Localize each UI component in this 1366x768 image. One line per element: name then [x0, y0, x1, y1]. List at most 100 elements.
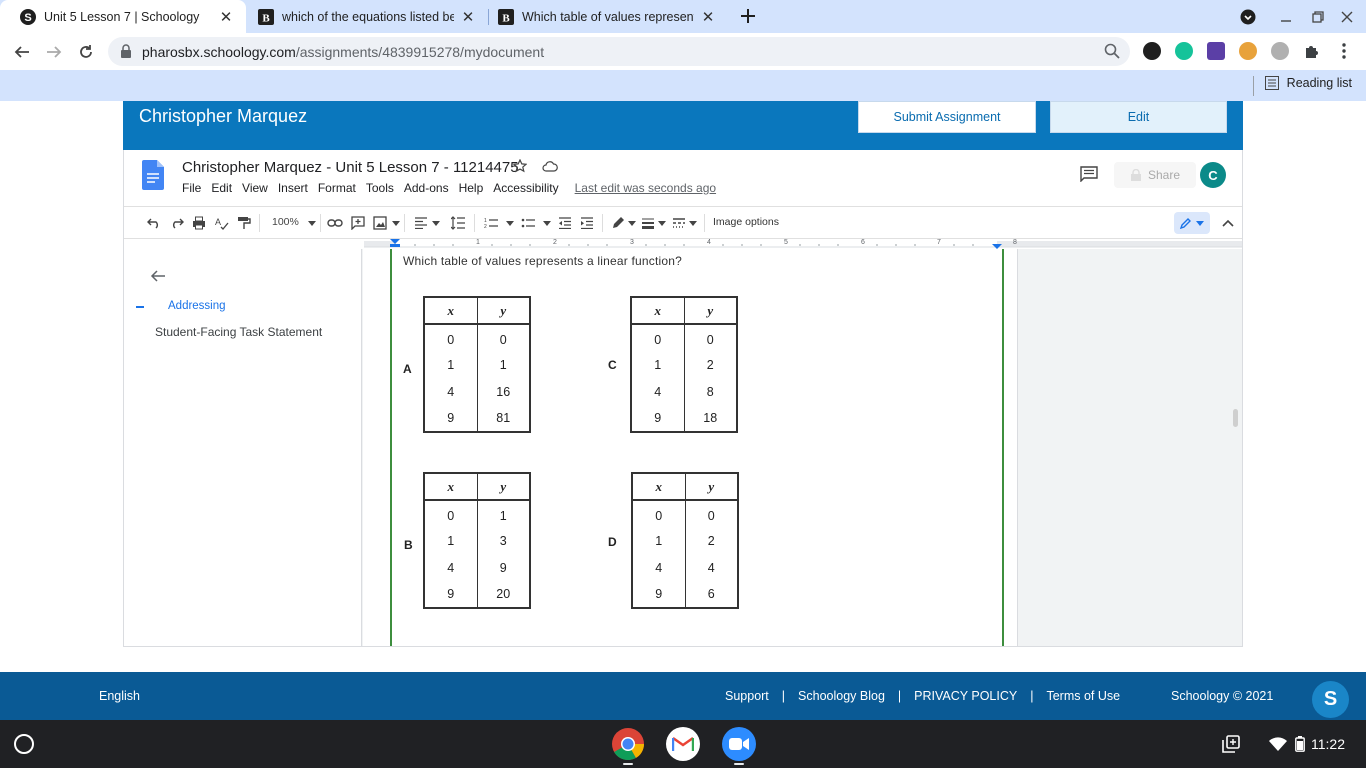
menu-tools[interactable]: Tools: [366, 181, 394, 195]
google-docs-icon[interactable]: [142, 160, 164, 190]
close-window-button[interactable]: [1336, 6, 1358, 28]
battery-icon[interactable]: [1290, 734, 1310, 754]
system-clock[interactable]: 11:22: [1311, 736, 1345, 752]
arrow-left-icon[interactable]: [150, 269, 166, 288]
close-tab-icon[interactable]: ✕: [218, 9, 234, 26]
numbered-list-icon[interactable]: 12: [483, 215, 499, 231]
extension-purple-icon[interactable]: [1207, 42, 1225, 60]
chevron-down-icon[interactable]: [388, 215, 404, 231]
x-cell: 1: [655, 533, 663, 548]
increase-indent-icon[interactable]: [579, 215, 595, 231]
print-icon[interactable]: [191, 215, 207, 231]
add-comment-icon[interactable]: [350, 215, 366, 231]
document-page[interactable]: Which table of values represents a linea…: [363, 249, 1017, 646]
chevron-up-icon[interactable]: [1220, 215, 1236, 231]
y-cell: 81: [476, 405, 530, 432]
ruler-number: 6: [861, 239, 865, 246]
svg-text:B: B: [502, 12, 510, 24]
language-selector[interactable]: English: [99, 689, 140, 703]
page-scrollbar-thumb[interactable]: [1233, 409, 1238, 427]
back-button[interactable]: [9, 39, 35, 65]
comments-icon[interactable]: [1080, 166, 1098, 187]
chrome-icon[interactable]: [611, 727, 645, 761]
decrease-indent-icon[interactable]: [557, 215, 573, 231]
link-icon[interactable]: [327, 215, 343, 231]
tab-table-of-values[interactable]: B Which table of values represents ✕: [478, 0, 728, 33]
zoom-select[interactable]: 100%: [272, 216, 299, 228]
menu-edit[interactable]: Edit: [211, 181, 232, 195]
menu-help[interactable]: Help: [459, 181, 484, 195]
tab-equations[interactable]: B which of the equations listed bel ✕: [238, 0, 488, 33]
chevron-down-icon[interactable]: [624, 215, 640, 231]
y-cell: 9: [476, 554, 530, 581]
line-spacing-icon[interactable]: [450, 215, 466, 231]
x-cell: 1: [654, 357, 662, 372]
spellcheck-icon[interactable]: A: [214, 215, 230, 231]
close-tab-icon[interactable]: ✕: [700, 9, 716, 26]
close-tab-icon[interactable]: ✕: [460, 9, 476, 26]
chevron-down-icon[interactable]: [685, 215, 701, 231]
menu-format[interactable]: Format: [318, 181, 356, 195]
align-icon[interactable]: [413, 215, 429, 231]
redo-icon[interactable]: [169, 215, 185, 231]
tab-schoology[interactable]: S Unit 5 Lesson 7 | Schoology ✕: [0, 0, 246, 33]
table-row: 00: [424, 324, 530, 351]
last-edit-link[interactable]: Last edit was seconds ago: [575, 181, 716, 195]
chevron-down-icon[interactable]: [428, 215, 444, 231]
chevron-down-icon[interactable]: [304, 215, 320, 231]
footer-link-blog[interactable]: Schoology Blog: [798, 689, 885, 703]
holding-space-icon[interactable]: [1221, 734, 1241, 754]
svg-text:A: A: [215, 217, 221, 227]
extension-grey-icon[interactable]: [1271, 42, 1289, 60]
y-header: y: [683, 297, 737, 325]
puzzle-icon[interactable]: [1303, 42, 1321, 60]
undo-icon[interactable]: [146, 215, 162, 231]
menu-accessibility[interactable]: Accessibility: [493, 181, 558, 195]
outline-item-task-statement[interactable]: Student-Facing Task Statement: [155, 325, 322, 339]
more-vert-icon[interactable]: [1335, 42, 1353, 60]
forward-button[interactable]: [41, 39, 67, 65]
image-options-button[interactable]: Image options: [713, 216, 779, 228]
footer-link-terms[interactable]: Terms of Use: [1046, 689, 1120, 703]
chevron-down-icon[interactable]: [539, 215, 555, 231]
menu-addons[interactable]: Add-ons: [404, 181, 449, 195]
cloud-saved-icon[interactable]: [542, 160, 558, 179]
menu-insert[interactable]: Insert: [278, 181, 308, 195]
insert-image-icon[interactable]: [372, 215, 388, 231]
chevron-down-icon[interactable]: [654, 215, 670, 231]
extension-avatar-icon[interactable]: [1239, 42, 1257, 60]
table-row: 96: [632, 581, 738, 608]
star-icon[interactable]: [512, 158, 528, 178]
launcher-icon[interactable]: [14, 734, 34, 754]
reload-button[interactable]: [73, 39, 99, 65]
outline-item-addressing[interactable]: Addressing: [168, 300, 226, 312]
chevron-down-icon[interactable]: [502, 215, 518, 231]
edit-button[interactable]: Edit: [1050, 101, 1227, 133]
x-cell: 0: [447, 333, 455, 347]
minimize-button[interactable]: [1275, 6, 1297, 28]
ruler[interactable]: 1 2 3 4 5 6 7 8: [364, 239, 1242, 249]
new-tab-button[interactable]: [736, 4, 760, 28]
zoom-app-icon[interactable]: [722, 727, 756, 761]
reading-list-button[interactable]: Reading list: [1264, 76, 1352, 90]
bulleted-list-icon[interactable]: [520, 215, 536, 231]
submit-assignment-button[interactable]: Submit Assignment: [858, 101, 1036, 133]
search-icon[interactable]: [1104, 43, 1120, 64]
menu-file[interactable]: File: [182, 181, 201, 195]
footer-link-privacy[interactable]: PRIVACY POLICY: [914, 689, 1017, 703]
1password-icon[interactable]: [1143, 42, 1161, 60]
paint-format-icon[interactable]: [236, 215, 252, 231]
gmail-icon[interactable]: [666, 727, 700, 761]
restore-button[interactable]: [1307, 6, 1329, 28]
document-title[interactable]: Christopher Marquez - Unit 5 Lesson 7 - …: [182, 159, 519, 176]
footer-link-support[interactable]: Support: [725, 689, 769, 703]
wifi-icon[interactable]: [1268, 734, 1288, 754]
account-avatar[interactable]: C: [1200, 162, 1226, 188]
menu-view[interactable]: View: [242, 181, 268, 195]
address-bar[interactable]: pharosbx.schoology.com/assignments/48399…: [108, 37, 1130, 66]
share-button[interactable]: Share: [1114, 162, 1196, 188]
tab-search-button[interactable]: [1237, 6, 1259, 28]
editing-mode-button[interactable]: [1174, 212, 1210, 234]
schoology-badge[interactable]: S: [1312, 681, 1349, 718]
grammarly-icon[interactable]: [1175, 42, 1193, 60]
